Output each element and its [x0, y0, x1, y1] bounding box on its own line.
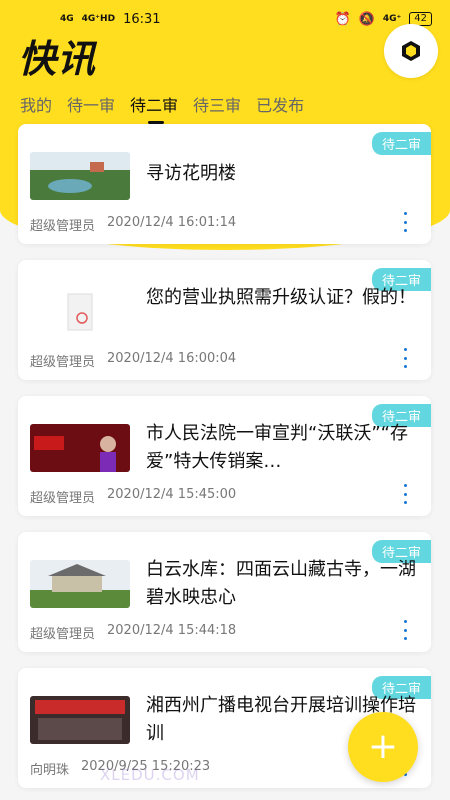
card-meta: 超级管理员 2020/12/4 16:01:14 — [30, 215, 236, 234]
card-title: 白云水库：四面云山藏古寺，一湖碧水映忠心 — [146, 559, 416, 608]
more-options-button[interactable] — [399, 212, 411, 232]
plus-icon: + — [367, 726, 399, 767]
tab-published[interactable]: 已发布 — [256, 92, 304, 124]
watermark: XLEDU.COM — [100, 766, 200, 784]
card-meta: 超级管理员 2020/12/4 15:44:18 — [30, 623, 236, 642]
timestamp: 2020/12/4 16:01:14 — [107, 215, 237, 230]
timestamp: 2020/12/4 15:45:00 — [107, 487, 237, 502]
tab-second-review[interactable]: 待二审 — [130, 92, 178, 124]
card-title: 市人民法院一审宣判“沃联沃”“存爱”特大传销案… — [146, 423, 408, 472]
add-button[interactable]: + — [348, 712, 418, 782]
thumbnail-image — [30, 288, 130, 336]
app-header: 快讯 — [18, 28, 96, 83]
alarm-icon: ⏰ — [334, 11, 351, 27]
tab-third-review[interactable]: 待三审 — [193, 92, 241, 124]
author: 超级管理员 — [30, 627, 96, 642]
signal-tag-2: 4G⁺HD — [81, 14, 116, 24]
status-badge: 待二审 — [371, 132, 431, 155]
card-title: 寻访花明楼 — [146, 163, 236, 184]
card-meta: 超级管理员 2020/12/4 15:45:00 — [30, 487, 236, 506]
news-list: 待二审 寻访花明楼 超级管理员 2020/12/4 16:01:14 待二审 您… — [18, 124, 431, 800]
page-title: 快讯 — [18, 37, 97, 81]
news-card[interactable]: 待二审 寻访花明楼 超级管理员 2020/12/4 16:01:14 — [18, 124, 431, 244]
author: 超级管理员 — [30, 491, 96, 506]
more-options-button[interactable] — [399, 620, 411, 640]
hexagon-icon — [402, 41, 420, 61]
timestamp: 2020/12/4 16:00:04 — [107, 351, 237, 366]
mute-icon: 🔕 — [358, 11, 375, 27]
thumbnail-image — [30, 560, 130, 608]
news-card[interactable]: 待二审 市人民法院一审宣判“沃联沃”“存爱”特大传销案… 超级管理员 2020/… — [18, 396, 431, 516]
news-card[interactable]: 待二审 白云水库：四面云山藏古寺，一湖碧水映忠心 超级管理员 2020/12/4… — [18, 532, 431, 652]
status-time: 16:31 — [123, 11, 161, 27]
thumbnail-image — [30, 696, 130, 744]
thumbnail-image — [30, 424, 130, 472]
author: 超级管理员 — [30, 219, 96, 234]
author: 超级管理员 — [30, 355, 96, 370]
tab-first-review[interactable]: 待一审 — [67, 92, 115, 124]
tab-mine[interactable]: 我的 — [20, 92, 52, 124]
card-meta: 超级管理员 2020/12/4 16:00:04 — [30, 351, 236, 370]
thumbnail-image — [30, 152, 130, 200]
card-title: 您的营业执照需升级认证？假的！ — [146, 287, 416, 308]
signal-tag-1: 4G — [60, 14, 74, 24]
network-tag: 4G⁺ — [382, 14, 402, 24]
timestamp: 2020/12/4 15:44:18 — [107, 623, 237, 638]
author: 向明珠 — [30, 763, 70, 778]
more-options-button[interactable] — [399, 484, 411, 504]
more-options-button[interactable] — [399, 348, 411, 368]
news-card[interactable]: 待二审 您的营业执照需升级认证？假的！ 超级管理员 2020/12/4 16:0… — [18, 260, 431, 380]
hexagon-menu-button[interactable] — [384, 24, 438, 78]
review-tabs: 我的 待一审 待二审 待三审 已发布 — [20, 92, 304, 124]
